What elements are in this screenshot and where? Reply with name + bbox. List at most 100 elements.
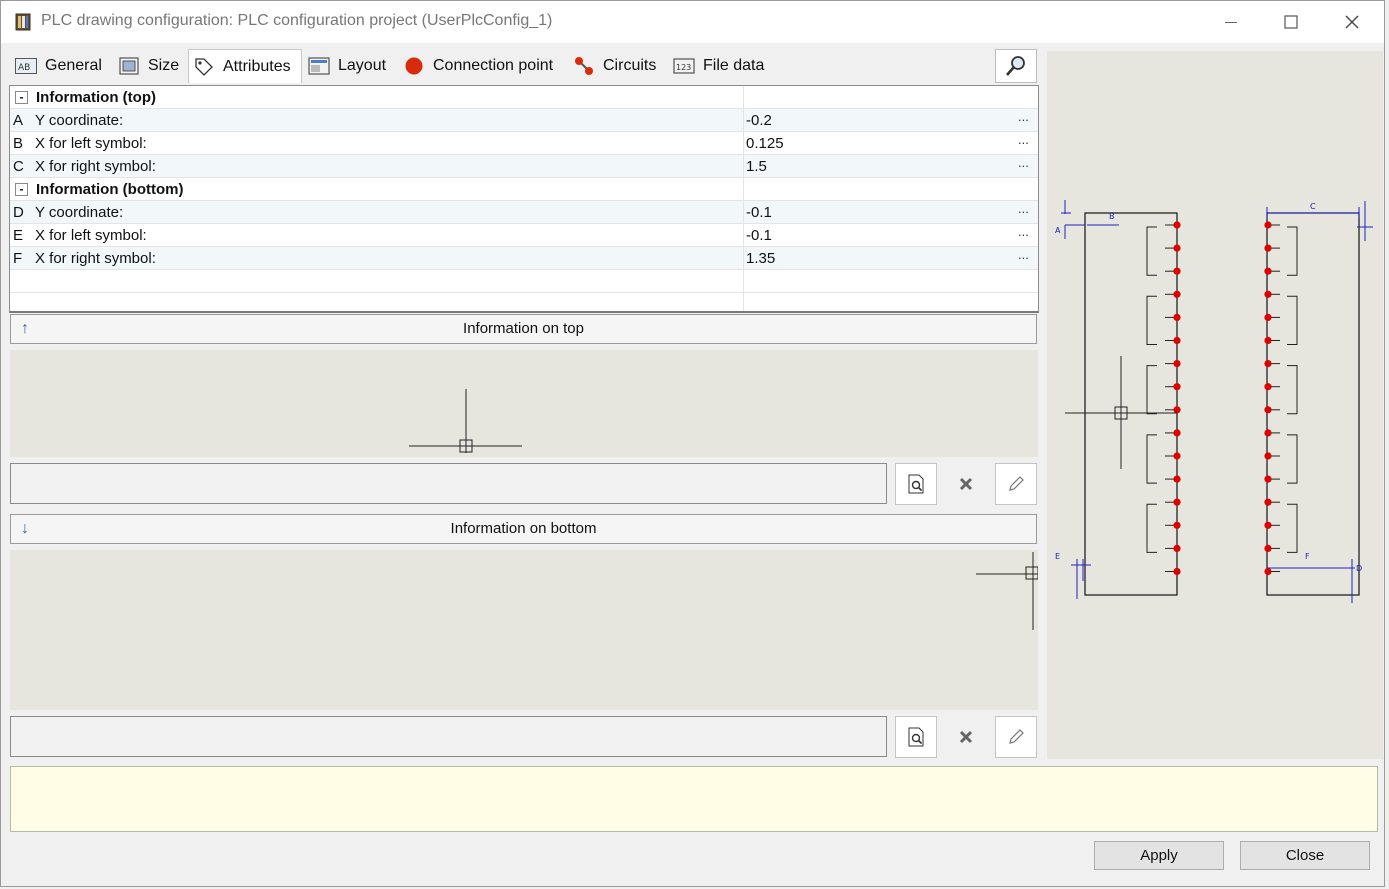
arrow-up-icon: ↑	[21, 320, 29, 337]
empty-row	[10, 293, 1038, 311]
bottom-symbol-preview	[10, 550, 1039, 710]
connection-point	[1264, 429, 1272, 437]
tab-circuits[interactable]: Circuits	[569, 51, 665, 81]
ellipsis-button[interactable]: ...	[1018, 109, 1029, 124]
connection-point	[1173, 221, 1181, 229]
dim-label-c: C	[1310, 202, 1316, 211]
tab-layout-label: Layout	[338, 57, 387, 74]
maximize-button[interactable]	[1262, 1, 1320, 43]
minimize-button[interactable]	[1202, 1, 1260, 43]
connection-point	[1264, 290, 1272, 298]
connection-point	[1264, 244, 1272, 252]
property-value[interactable]: -0.2	[746, 112, 772, 129]
group-information-bottom[interactable]: - Information (bottom)	[10, 178, 1038, 201]
preview-search-icon	[908, 727, 924, 747]
information-on-top-label: Information on top	[463, 320, 584, 337]
tab-general[interactable]: AB General	[11, 51, 111, 81]
tab-connection-point[interactable]: Connection point	[399, 51, 565, 81]
bottom-symbol-field[interactable]	[10, 716, 887, 757]
channel-bracket	[1146, 434, 1157, 484]
tag-icon	[193, 57, 215, 77]
size-icon	[118, 56, 140, 76]
close-button[interactable]: Close	[1240, 841, 1370, 870]
close-window-button[interactable]	[1323, 1, 1381, 43]
information-on-top-bar[interactable]: ↑ Information on top	[10, 314, 1037, 344]
ellipsis-button[interactable]: ...	[1018, 201, 1029, 216]
property-row[interactable]: B X for left symbol: 0.125 ...	[10, 132, 1038, 155]
maximize-icon	[1284, 15, 1298, 29]
select-symbol-button[interactable]	[895, 716, 937, 758]
red-dot-icon	[403, 56, 425, 76]
row-letter: C	[13, 158, 24, 175]
apply-button[interactable]: Apply	[1094, 841, 1224, 870]
circuits-icon	[573, 56, 595, 76]
tab-file-data[interactable]: 123 File data	[669, 51, 771, 81]
tab-size[interactable]: Size	[114, 51, 186, 81]
property-row[interactable]: F X for right symbol: 1.35 ...	[10, 247, 1038, 270]
property-name: X for right symbol:	[35, 250, 156, 267]
zoom-button[interactable]	[995, 49, 1037, 83]
group-information-top[interactable]: - Information (top)	[10, 86, 1038, 109]
property-row[interactable]: E X for left symbol: -0.1 ...	[10, 224, 1038, 247]
dim-label-d: D	[1356, 564, 1362, 573]
top-symbol-preview	[10, 350, 1038, 457]
connection-point	[1173, 406, 1181, 414]
delete-symbol-button[interactable]	[945, 716, 987, 758]
layout-icon	[308, 56, 330, 76]
channel-bracket	[1287, 434, 1298, 484]
property-value[interactable]: -0.1	[746, 227, 772, 244]
property-name: Y coordinate:	[35, 112, 124, 129]
property-value[interactable]: 1.5	[746, 158, 767, 175]
property-name: Y coordinate:	[35, 204, 124, 221]
connection-point	[1264, 567, 1272, 576]
general-icon: AB	[15, 56, 37, 76]
tab-bar: AB General Size Attributes Layout Connec…	[11, 49, 1041, 83]
property-row[interactable]: D Y coordinate: -0.1 ...	[10, 201, 1038, 224]
ellipsis-button[interactable]: ...	[1018, 132, 1029, 147]
delete-symbol-button[interactable]	[945, 463, 987, 505]
connection-point	[1264, 406, 1272, 414]
top-symbol-field[interactable]	[10, 463, 887, 504]
edit-symbol-button[interactable]	[995, 463, 1037, 505]
tab-layout[interactable]: Layout	[304, 51, 396, 81]
connection-point	[1264, 336, 1272, 345]
connection-point	[1173, 290, 1181, 298]
minimize-icon	[1225, 21, 1237, 23]
property-value[interactable]: 0.125	[746, 135, 784, 152]
collapse-toggle[interactable]: -	[15, 91, 28, 104]
connection-point	[1173, 452, 1181, 460]
svg-text:123: 123	[676, 63, 691, 72]
group-title: Information (bottom)	[36, 181, 184, 198]
plc-card-drawing: A B C D E F	[1055, 200, 1373, 603]
ellipsis-button[interactable]: ...	[1018, 247, 1029, 262]
select-symbol-button[interactable]	[895, 463, 937, 505]
property-row[interactable]: C X for right symbol: 1.5 ...	[10, 155, 1038, 178]
file-data-icon: 123	[673, 56, 695, 76]
pencil-icon	[1009, 476, 1024, 491]
property-value[interactable]: 1.35	[746, 250, 775, 267]
row-letter: A	[13, 112, 24, 129]
window-title: PLC drawing configuration: PLC configura…	[41, 12, 553, 29]
property-value[interactable]: -0.1	[746, 204, 772, 221]
connection-point	[1173, 521, 1181, 529]
ellipsis-button[interactable]: ...	[1018, 224, 1029, 239]
connection-point	[1264, 475, 1272, 483]
channel-bracket	[1287, 365, 1298, 415]
connection-point	[1173, 383, 1181, 391]
collapse-toggle[interactable]: -	[15, 183, 28, 196]
connection-point	[1264, 221, 1272, 229]
channel-bracket	[1287, 503, 1298, 553]
dim-label-f: F	[1305, 552, 1310, 561]
information-on-bottom-bar[interactable]: ↓ Information on bottom	[10, 514, 1037, 544]
row-letter: F	[13, 250, 23, 267]
property-row[interactable]: A Y coordinate: -0.2 ...	[10, 109, 1038, 132]
arrow-down-icon: ↓	[21, 520, 29, 537]
channel-bracket	[1287, 226, 1298, 276]
ellipsis-button[interactable]: ...	[1018, 155, 1029, 170]
delete-icon	[959, 730, 973, 744]
tab-size-label: Size	[148, 57, 180, 74]
edit-symbol-button[interactable]	[995, 716, 1037, 758]
connection-point	[1173, 267, 1181, 275]
property-name: X for left symbol:	[35, 135, 147, 152]
tab-attributes[interactable]: Attributes	[188, 49, 302, 83]
